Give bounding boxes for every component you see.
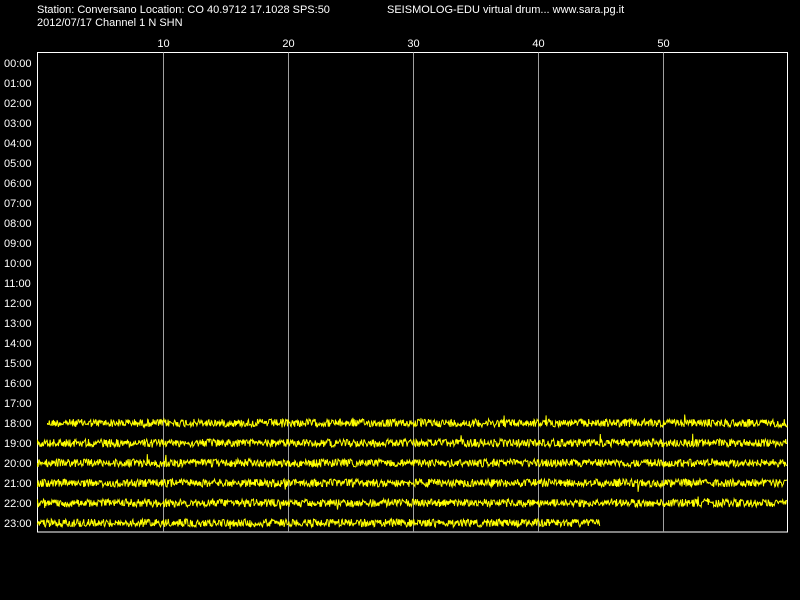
seismogram-drum: 10 20 30 40 50 00:00 01:00 02:00 03:00 04:00 05:00… [4, 38, 788, 533]
hour-label: 14:00 [4, 338, 32, 350]
hour-label: 09:00 [4, 238, 32, 250]
seismic-trace [37, 496, 787, 510]
hour-label: 00:00 [4, 58, 32, 70]
hour-label: 08:00 [4, 218, 32, 230]
hour-label: 05:00 [4, 158, 32, 170]
x-tick-label: 40 [532, 38, 544, 50]
hour-label: 22:00 [4, 498, 32, 510]
hour-label: 02:00 [4, 98, 32, 110]
seismic-trace [37, 454, 788, 469]
hour-label: 12:00 [4, 298, 32, 310]
hour-label: 16:00 [4, 378, 32, 390]
hour-label: 01:00 [4, 78, 32, 90]
x-tick-label: 30 [407, 38, 419, 50]
seismic-trace [37, 477, 788, 492]
seismic-trace [37, 517, 601, 529]
x-tick-label: 20 [282, 38, 294, 50]
hour-label: 13:00 [4, 318, 32, 330]
hour-label: 07:00 [4, 198, 32, 210]
hour-label: 10:00 [4, 258, 32, 270]
hour-label: 04:00 [4, 138, 32, 150]
hour-label: 17:00 [4, 398, 32, 410]
hour-label: 18:00 [4, 418, 32, 430]
hour-label: 23:00 [4, 518, 32, 530]
hour-label: 11:00 [4, 278, 31, 290]
hour-label: 03:00 [4, 118, 32, 130]
hour-label: 20:00 [4, 458, 32, 470]
plot-frame [37, 52, 788, 533]
seismic-trace [47, 414, 788, 429]
x-tick-label: 10 [157, 38, 169, 50]
hour-label: 15:00 [4, 358, 32, 370]
hour-label: 06:00 [4, 178, 32, 190]
seismic-trace [37, 433, 787, 449]
hour-label: 19:00 [4, 438, 32, 450]
hour-label: 21:00 [4, 478, 32, 490]
x-tick-label: 50 [657, 38, 669, 50]
